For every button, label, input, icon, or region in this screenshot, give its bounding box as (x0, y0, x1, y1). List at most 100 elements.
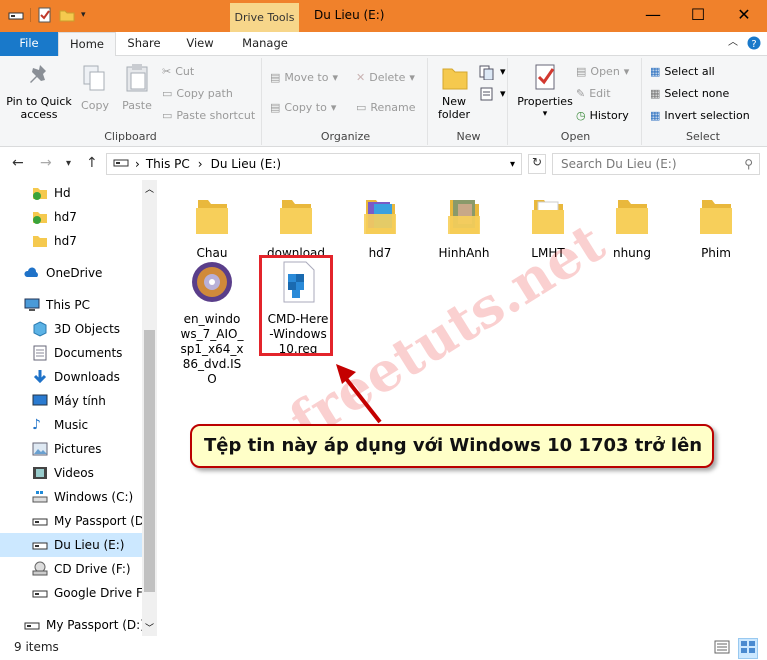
maximize-icon[interactable]: ☐ (675, 0, 721, 32)
nav-item-downloads[interactable]: Downloads (0, 365, 142, 389)
copy-button[interactable]: Copy (76, 62, 114, 112)
scroll-down-icon[interactable]: ﹀ (145, 621, 154, 634)
nav-item-hd7-2[interactable]: hd7 (0, 229, 142, 253)
address-dropdown-icon[interactable]: ▾ (510, 159, 515, 170)
nav-item-google-drive[interactable]: Google Drive File (0, 581, 142, 605)
minimize-ribbon-icon[interactable]: ︿ (724, 32, 742, 56)
up-arrow-icon[interactable]: ↑ (86, 155, 98, 171)
window-title: Du Lieu (E:) (314, 8, 385, 22)
drive-icon (32, 585, 48, 601)
minimize-icon[interactable]: — (630, 0, 676, 32)
scissors-icon: ✂ (162, 65, 172, 78)
nav-item-cd-drive[interactable]: CD Drive (F:) (0, 557, 142, 581)
folder-icon (616, 200, 648, 234)
nav-item-hd[interactable]: Hd (0, 181, 142, 205)
properties-quick-icon[interactable] (37, 7, 53, 23)
forward-arrow-icon[interactable]: → (40, 155, 52, 171)
nav-item-onedrive[interactable]: OneDrive (0, 261, 142, 285)
nav-item-my-passport-2[interactable]: My Passport (D:) (0, 613, 142, 637)
navigation-pane: Hd hd7 hd7 OneDrive This PC 3D Objects D… (0, 180, 142, 636)
scrollbar-thumb[interactable] (144, 330, 155, 592)
details-view-icon[interactable] (714, 640, 730, 657)
nav-item-documents[interactable]: Documents (0, 341, 142, 365)
nav-item-this-pc[interactable]: This PC (0, 293, 142, 317)
new-item-icon[interactable]: ▾ (478, 62, 506, 82)
refresh-icon[interactable]: ↻ (528, 154, 546, 174)
disc-image-icon (192, 262, 232, 302)
properties-button[interactable]: Properties ▾ (514, 62, 576, 121)
download-arrow-icon (32, 369, 48, 385)
select-none-icon: ▦ (650, 87, 661, 100)
copy-to-button[interactable]: ▤ Copy to ▾ (270, 98, 336, 118)
breadcrumb-drive[interactable]: Du Lieu (E:) (211, 157, 281, 171)
file-item-iso[interactable]: en_windows_7_AIO_sp1_x64_x86_dvd.ISO (172, 260, 252, 387)
cube-icon (32, 321, 48, 337)
recent-locations-icon[interactable]: ▾ (66, 158, 71, 169)
help-icon[interactable]: ? (745, 32, 763, 56)
nav-scrollbar[interactable]: ︿ ﹀ (142, 180, 157, 636)
select-all-button[interactable]: ▦ Select all (650, 62, 715, 82)
cut-button[interactable]: ✂ Cut (162, 62, 194, 82)
scroll-up-icon[interactable]: ︿ (145, 182, 154, 195)
breadcrumb-separator-icon: › (135, 157, 140, 171)
computer-icon (24, 297, 40, 313)
drive-icon (32, 513, 48, 529)
tab-view[interactable]: View (176, 32, 224, 56)
pin-icon (30, 65, 46, 83)
nav-item-du-lieu-e[interactable]: Du Lieu (E:) (0, 533, 142, 557)
nav-item-my-passport-d[interactable]: My Passport (D:) (0, 509, 142, 533)
easy-access-icon[interactable]: ▾ (478, 84, 506, 104)
document-icon (32, 345, 48, 361)
customize-quick-access-icon[interactable]: ▾ (81, 7, 97, 23)
folder-item-hinhanh[interactable]: HinhAnh (424, 194, 504, 261)
history-button[interactable]: ◷ History (576, 106, 629, 126)
rename-button[interactable]: ▭ Rename (356, 98, 416, 118)
breadcrumb-this-pc[interactable]: This PC (146, 157, 190, 171)
nav-item-may-tinh[interactable]: Máy tính (0, 389, 142, 413)
new-folder-quick-icon[interactable] (59, 7, 75, 23)
nav-item-pictures[interactable]: Pictures (0, 437, 142, 461)
edit-button[interactable]: ✎ Edit (576, 84, 611, 104)
tab-manage[interactable]: Manage (234, 32, 296, 56)
item-count: 9 items (14, 640, 59, 654)
invert-selection-button[interactable]: ▦ Invert selection (650, 106, 750, 126)
tab-share[interactable]: Share (120, 32, 168, 56)
select-none-button[interactable]: ▦ Select none (650, 84, 729, 104)
large-icons-view-icon[interactable] (738, 638, 758, 659)
drive-icon (24, 617, 40, 633)
back-arrow-icon[interactable]: ← (12, 155, 24, 171)
open-icon: ▤ (576, 65, 587, 78)
nav-item-videos[interactable]: Videos (0, 461, 142, 485)
folder-item-phim[interactable]: Phim (676, 194, 756, 261)
move-to-button[interactable]: ▤ Move to ▾ (270, 68, 338, 88)
rename-icon: ▭ (356, 101, 367, 114)
folder-photos-icon (448, 200, 480, 234)
paste-button[interactable]: Paste (117, 62, 157, 112)
tab-file[interactable]: File (0, 32, 58, 56)
copy-path-button[interactable]: ▭ Copy path (162, 84, 233, 104)
nav-item-hd7[interactable]: hd7 (0, 205, 142, 229)
address-field[interactable]: › This PC › Du Lieu (E:) ▾ (106, 153, 522, 175)
delete-button[interactable]: ✕ Delete ▾ (356, 68, 415, 88)
copy-icon (83, 65, 105, 91)
folder-item-chau[interactable]: Chau (172, 194, 252, 261)
history-icon: ◷ (576, 109, 586, 122)
nav-item-3d-objects[interactable]: 3D Objects (0, 317, 142, 341)
nav-item-music[interactable]: ♪ Music (0, 413, 142, 437)
tab-home[interactable]: Home (58, 32, 116, 57)
ribbon: Pin to Quick access Copy Paste ✂ Cut ▭ Cop… (0, 56, 767, 147)
paste-shortcut-button[interactable]: ▭ Paste shortcut (162, 106, 255, 126)
close-icon[interactable]: ✕ (721, 0, 767, 32)
nav-item-windows-c[interactable]: Windows (C:) (0, 485, 142, 509)
onedrive-cloud-icon (24, 265, 40, 281)
search-input[interactable]: Search Du Lieu (E:) ⚲ (552, 153, 760, 175)
folder-check-icon (32, 209, 48, 225)
folder-item-hd7[interactable]: hd7 (340, 194, 420, 261)
folder-item-download[interactable]: download (256, 194, 336, 261)
open-button[interactable]: ▤ Open ▾ (576, 62, 629, 82)
organize-label: Organize (320, 130, 371, 143)
status-bar: 9 items (0, 636, 767, 660)
pin-quick-access-button[interactable]: Pin to Quick access (4, 62, 76, 121)
new-folder-button[interactable]: New folder (434, 62, 474, 121)
highlight-box (259, 255, 333, 356)
